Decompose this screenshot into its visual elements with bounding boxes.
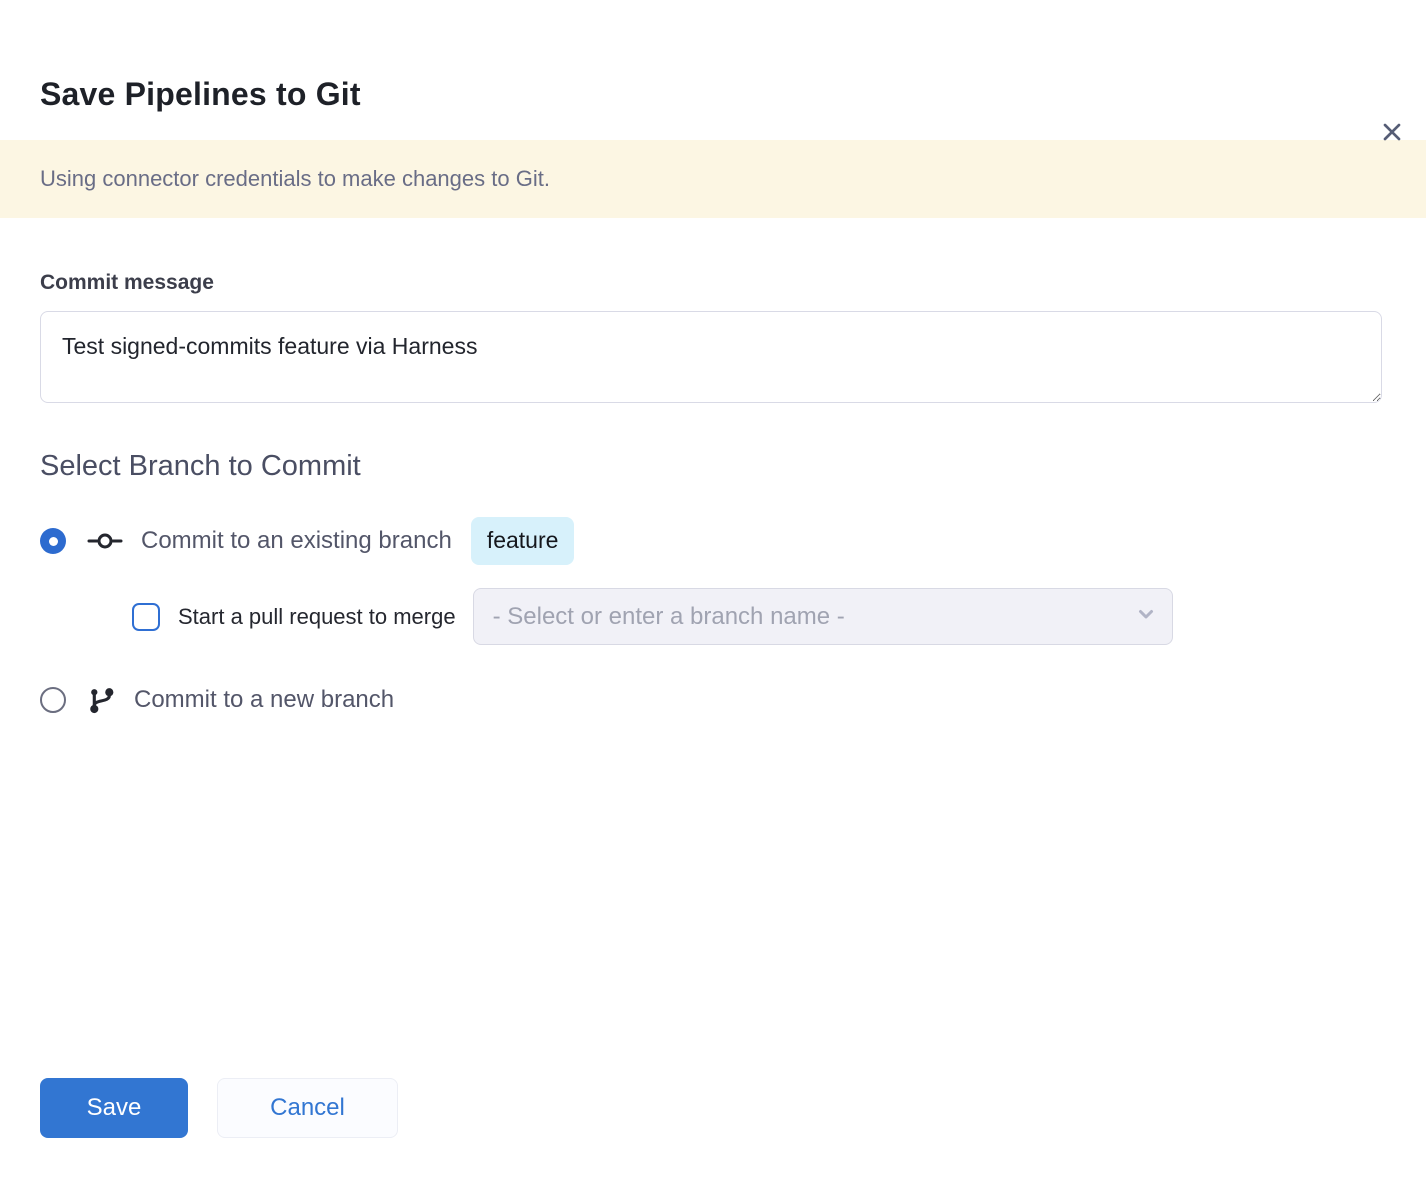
dialog-footer: Save Cancel: [40, 1078, 398, 1138]
chevron-down-icon: [1134, 602, 1158, 631]
commit-message-label: Commit message: [40, 271, 1386, 295]
connector-credentials-banner: Using connector credentials to make chan…: [0, 140, 1426, 218]
new-branch-radio[interactable]: [40, 687, 66, 713]
start-pull-request-checkbox[interactable]: [132, 603, 160, 631]
close-icon: [1378, 118, 1406, 149]
close-button[interactable]: [1377, 118, 1407, 148]
merge-branch-placeholder: - Select or enter a branch name -: [493, 603, 845, 631]
cancel-button[interactable]: Cancel: [217, 1078, 398, 1138]
banner-message: Using connector credentials to make chan…: [40, 166, 550, 192]
merge-branch-select[interactable]: - Select or enter a branch name -: [473, 588, 1173, 645]
dialog-body: Commit message Test signed-commits featu…: [0, 271, 1426, 715]
git-branch-icon: [87, 685, 116, 715]
pull-request-row: Start a pull request to merge - Select o…: [132, 588, 1386, 645]
existing-branch-option: Commit to an existing branch feature: [40, 517, 1386, 565]
existing-branch-label[interactable]: Commit to an existing branch: [141, 527, 452, 555]
dialog-title: Save Pipelines to Git: [40, 76, 1386, 113]
start-pull-request-label[interactable]: Start a pull request to merge: [178, 604, 456, 630]
commit-icon: [87, 529, 123, 553]
existing-branch-radio[interactable]: [40, 528, 66, 554]
save-button[interactable]: Save: [40, 1078, 188, 1138]
current-branch-badge: feature: [471, 517, 575, 565]
new-branch-option: Commit to a new branch: [40, 685, 1386, 715]
new-branch-label[interactable]: Commit to a new branch: [134, 686, 394, 714]
select-branch-heading: Select Branch to Commit: [40, 450, 1386, 483]
commit-message-input[interactable]: Test signed-commits feature via Harness: [40, 311, 1382, 403]
